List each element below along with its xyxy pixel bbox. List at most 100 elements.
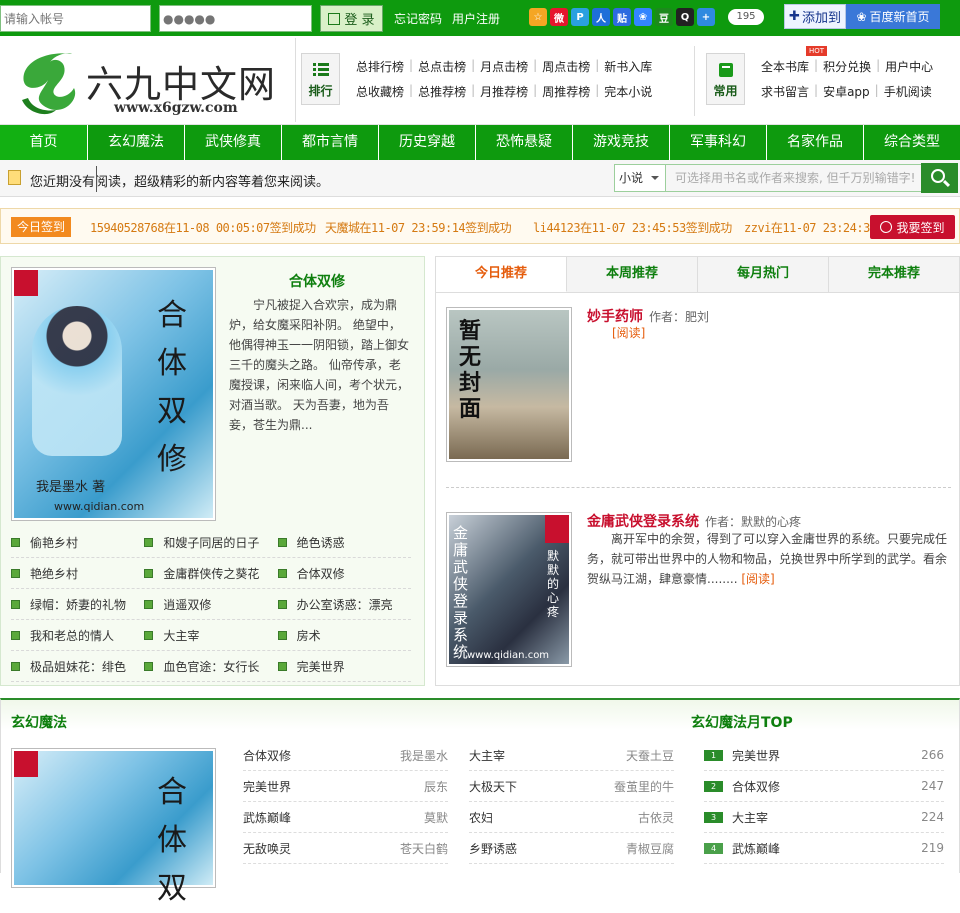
tab-week[interactable]: 本周推荐 (567, 257, 698, 292)
section-title[interactable]: 玄幻魔法 (11, 712, 67, 732)
list-item[interactable]: 完美世界 辰东 (243, 771, 448, 802)
password-input[interactable] (159, 5, 312, 32)
top-item[interactable]: 2 合体双修 247 (704, 771, 944, 802)
rank-link[interactable]: 完本小说 (599, 83, 657, 100)
book-link[interactable]: 和嫂子同居的日子 (144, 534, 277, 551)
signin-record: zzvi在11-07 23:24:36 (744, 221, 877, 235)
tab-today[interactable]: 今日推荐 (436, 257, 567, 292)
book-link[interactable]: 偷艳乡村 (11, 534, 144, 551)
nav-xuanhuan[interactable]: 玄幻魔法 (88, 125, 185, 160)
rank-link[interactable]: 总点击榜 (413, 58, 471, 75)
douban-icon[interactable]: 豆 (655, 8, 673, 26)
top-item[interactable]: 4 武炼巅峰 219 (704, 833, 944, 864)
list-item[interactable]: 大主宰 天蚕土豆 (469, 740, 674, 771)
list-item[interactable]: 农妇 古依灵 (469, 802, 674, 833)
section-cover[interactable]: 合体双 (11, 748, 216, 906)
top-item[interactable]: 3 大主宰 224 (704, 802, 944, 833)
tab-month[interactable]: 每月热门 (698, 257, 829, 292)
book-link[interactable]: 房术 (277, 627, 411, 644)
tieba-icon[interactable]: 贴 (613, 8, 631, 26)
common-link[interactable]: 安卓app (818, 83, 875, 100)
list-item[interactable]: 合体双修 我是墨水 (243, 740, 448, 771)
nav-youxi[interactable]: 游戏竞技 (573, 125, 670, 160)
common-link[interactable]: 用户中心 (880, 58, 938, 75)
nav-home[interactable]: 首页 (0, 125, 88, 160)
common-link[interactable]: 全本书库 (756, 58, 814, 75)
rank-box[interactable]: 排行 (301, 53, 340, 105)
list-item[interactable]: 大极天下 蚕茧里的牛 (469, 771, 674, 802)
rec-cover[interactable]: 金庸武侠登录系统 默默的心疼 www.qidian.com (446, 512, 572, 667)
qzone-icon[interactable]: ☆ (529, 8, 547, 26)
book-link[interactable]: 绿帽：娇妻的礼物 (11, 596, 144, 613)
rank-link[interactable]: 新书入库 (599, 58, 657, 75)
list-item[interactable]: 武炼巅峰 莫默 (243, 802, 448, 833)
more-share-icon[interactable]: + (697, 8, 715, 26)
book-link[interactable]: 我和老总的情人 (11, 627, 144, 644)
read-link[interactable]: [阅读] (612, 324, 645, 341)
book-link[interactable]: 完美世界 (277, 658, 411, 675)
account-input[interactable] (0, 5, 151, 32)
book-link[interactable]: 极品姐妹花：绯色 (11, 658, 144, 675)
nav-dushi[interactable]: 都市言情 (282, 125, 379, 160)
xuanhuan-section: 玄幻魔法 玄幻魔法月TOP 合体双 合体双修 我是墨水 完美世界 辰东 武炼巅峰 莫默… (0, 698, 960, 906)
nav-mingjia[interactable]: 名家作品 (767, 125, 864, 160)
nav-zonghe[interactable]: 综合类型 (864, 125, 960, 160)
add-to-button[interactable]: ✚ 添加到 (784, 4, 846, 29)
book-icon (11, 537, 20, 547)
nav-wuxia[interactable]: 武侠修真 (185, 125, 282, 160)
rec-cover[interactable]: 暂无封面 (446, 307, 572, 462)
weibo-icon[interactable]: 微 (550, 8, 568, 26)
book-link[interactable]: 大主宰 (144, 627, 277, 644)
common-box[interactable]: 常用 (706, 53, 745, 105)
common-link[interactable]: 手机阅读 (879, 83, 937, 100)
rank-link[interactable]: 周推荐榜 (537, 83, 595, 100)
login-button[interactable]: 登 录 (320, 5, 383, 32)
book-link[interactable]: 合体双修 (277, 565, 411, 582)
book-link[interactable]: 艳绝乡村 (11, 565, 144, 582)
hot-badge: HOT (806, 46, 828, 56)
read-link[interactable]: [阅读] (741, 572, 774, 586)
search-category-select[interactable]: 小说 (614, 164, 666, 192)
nav-kongbu[interactable]: 恐怖悬疑 (476, 125, 573, 160)
tab-complete[interactable]: 完本推荐 (829, 257, 959, 292)
baidu-label: 百度新首页 (869, 10, 930, 24)
list-item[interactable]: 无敌唤灵 苍天白鹤 (243, 833, 448, 864)
rank-link[interactable]: 月推荐榜 (475, 83, 533, 100)
nav-junshi[interactable]: 军事科幻 (670, 125, 767, 160)
qq-icon[interactable]: Q (676, 8, 694, 26)
rank-link[interactable]: 总收藏榜 (351, 83, 409, 100)
search-button[interactable] (921, 163, 958, 193)
rec-book-title[interactable]: 妙手药师 (587, 309, 643, 325)
book-link[interactable]: 血色官途：女行长 (144, 658, 277, 675)
rank-link[interactable]: 总推荐榜 (413, 83, 471, 100)
book-link[interactable]: 绝色诱惑 (277, 534, 411, 551)
register-link[interactable]: 用户注册 (452, 10, 500, 27)
common-link[interactable]: 求书留言 (756, 83, 814, 100)
common-link[interactable]: 积分兑换 (818, 58, 876, 75)
renren-icon[interactable]: 人 (592, 8, 610, 26)
featured-title[interactable]: 合体双修 (289, 271, 345, 291)
book-link[interactable]: 办公室诱惑：漂亮 (277, 596, 411, 613)
rank-link[interactable]: 总排行榜 (351, 58, 409, 75)
rank-links-row2: 总收藏榜 | 总推荐榜 | 月推荐榜 | 周推荐榜 | 完本小说 (351, 83, 657, 100)
book-link[interactable]: 逍遥双修 (144, 596, 277, 613)
pengyou-icon[interactable]: P (571, 8, 589, 26)
signin-button[interactable]: 我要签到 (870, 215, 955, 239)
featured-cover[interactable]: 合体双修 我是墨水 著 www.qidian.com (11, 267, 216, 521)
rank-link[interactable]: 周点击榜 (537, 58, 595, 75)
rec-book-title[interactable]: 金庸武侠登录系统 (587, 514, 699, 530)
baidu-home-button[interactable]: ❀ 百度新首页 (846, 4, 940, 29)
baidu-icon[interactable]: ❀ (634, 8, 652, 26)
top-item[interactable]: 1 完美世界 266 (704, 740, 944, 771)
logo-icon (22, 53, 76, 115)
featured-book-panel: 合体双修 我是墨水 著 www.qidian.com 合体双修 宁凡被捉入合欢宗… (0, 256, 425, 686)
forgot-password-link[interactable]: 忘记密码 (394, 10, 442, 27)
nav-lishi[interactable]: 历史穿越 (379, 125, 476, 160)
recommend-tabs: 今日推荐 本周推荐 每月热门 完本推荐 (436, 257, 959, 293)
check-circle-icon (880, 221, 893, 233)
search-input[interactable]: 可选择用书名或作者来搜索, 但千万别输错字! (666, 164, 922, 192)
list-item[interactable]: 乡野诱惑 青椒豆腐 (469, 833, 674, 864)
rank-link[interactable]: 月点击榜 (475, 58, 533, 75)
site-logo[interactable]: 六九中文网 www.x6gzw.com (14, 44, 284, 120)
book-link[interactable]: 金庸群侠传之葵花 (144, 565, 277, 582)
